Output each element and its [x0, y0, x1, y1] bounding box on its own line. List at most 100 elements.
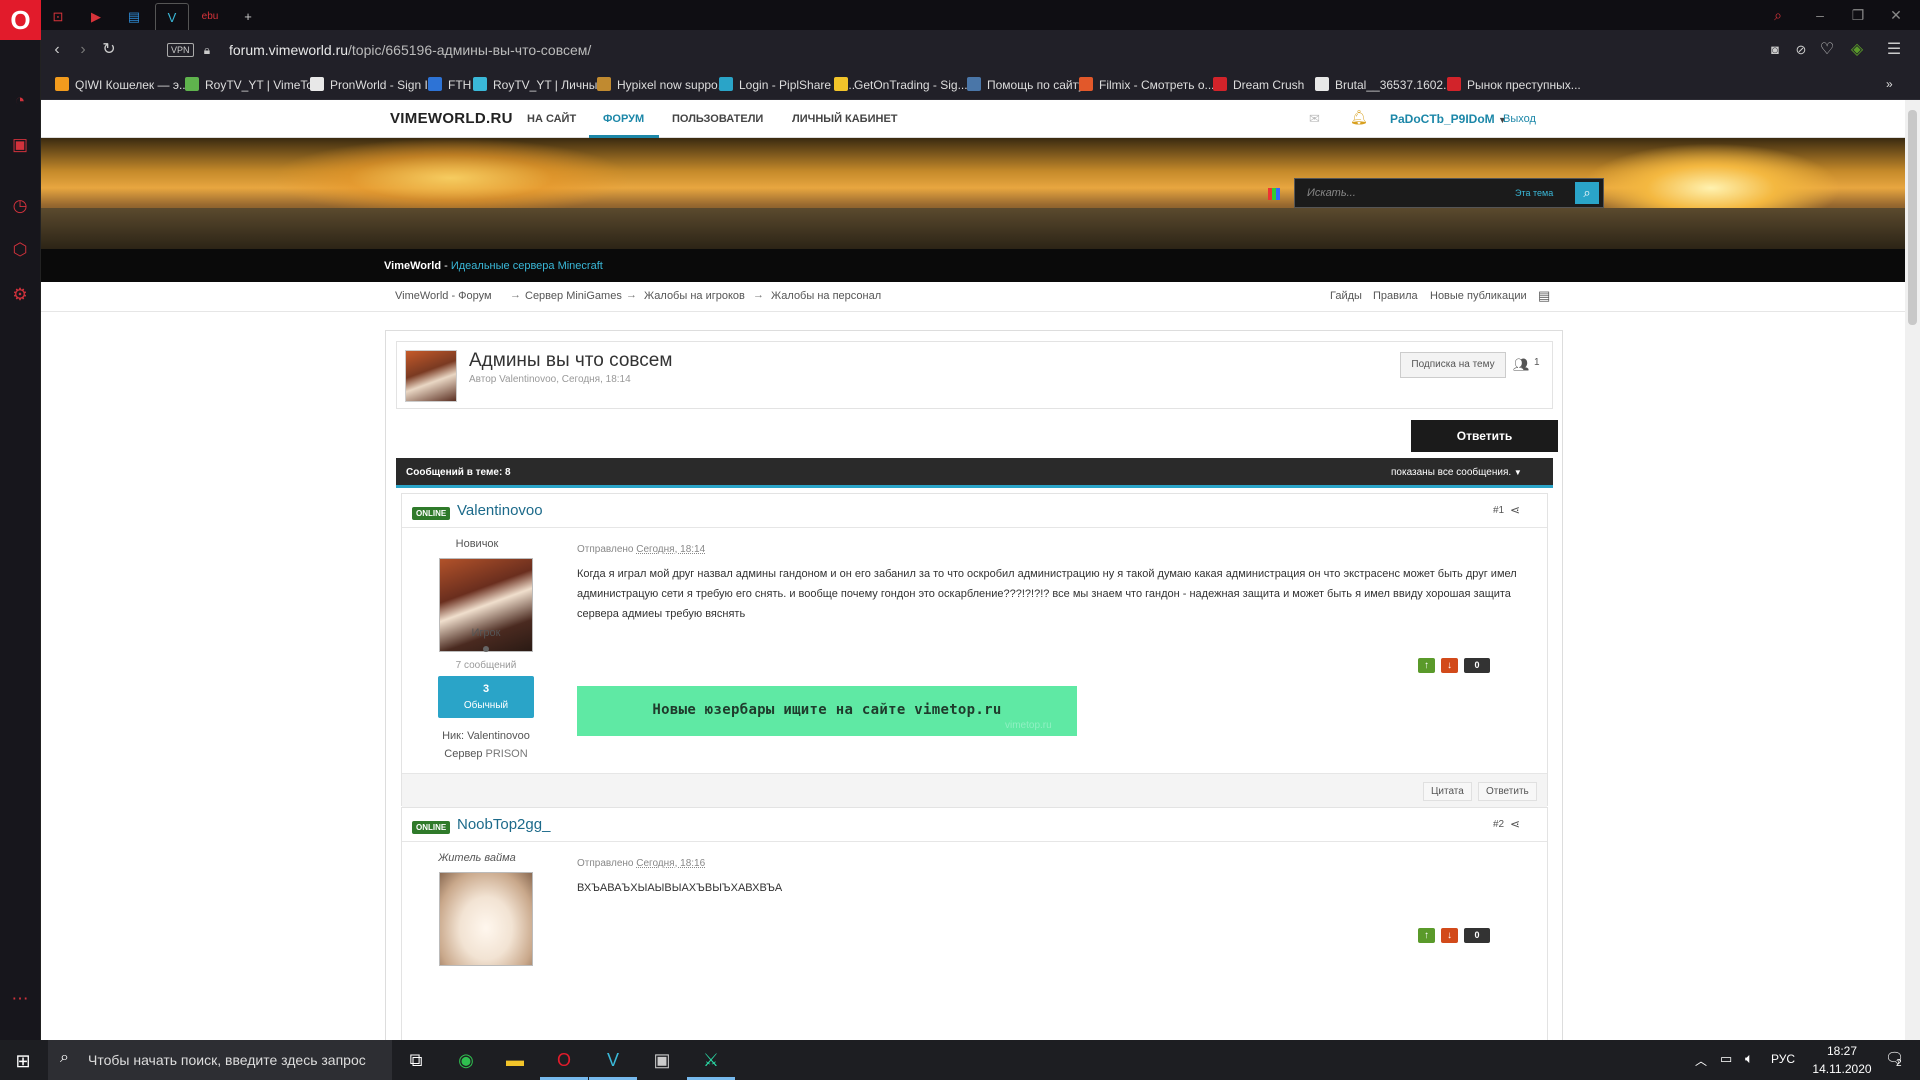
site-logo[interactable]: VIMEWORLD.RU	[390, 110, 513, 127]
quick-link-guides[interactable]: Гайды	[1330, 290, 1362, 302]
activity-stream-icon[interactable]: ▤	[1538, 288, 1550, 304]
vote-down-icon[interactable]: ↓	[1441, 928, 1458, 943]
bookmarks-overflow-icon[interactable]: »	[1886, 77, 1893, 91]
post-reply-button[interactable]: Ответить	[1478, 782, 1537, 801]
nav-users[interactable]: ПОЛЬЗОВАТЕЛИ	[672, 113, 763, 125]
breadcrumb-item[interactable]: Жалобы на игроков	[644, 290, 745, 302]
logout-link[interactable]: Выход	[1503, 113, 1536, 125]
quick-link-new-posts[interactable]: Новые публикации	[1430, 290, 1527, 302]
bookmark-item[interactable]: Помощь по сайту	[967, 77, 1084, 92]
vpn-badge[interactable]: VPN	[167, 43, 194, 57]
notifications-bell-icon[interactable]: 🔔︎	[1350, 109, 1368, 126]
bookmark-item[interactable]: RoyTV_YT | VimeTo...	[185, 77, 323, 92]
page-scrollbar[interactable]	[1905, 100, 1920, 1040]
twitch-icon[interactable]: ▣	[9, 134, 31, 156]
bookmark-item[interactable]: Brutal__36537.1602...	[1315, 77, 1453, 92]
share-icon[interactable]: ⋖	[1510, 817, 1520, 831]
clock-time[interactable]: 18:27	[1807, 1044, 1877, 1058]
speed-dial-icon[interactable]: ◔	[9, 90, 31, 112]
opera-taskbar-icon[interactable]: O	[540, 1040, 588, 1080]
posts-filter-dropdown[interactable]: показаны все сообщения. ▼	[1391, 467, 1522, 478]
search-box[interactable]: Искать... Эта тема ⌕	[1294, 178, 1604, 208]
userbar-banner[interactable]: Новые юзербары ищите на сайте vimetop.ru…	[577, 686, 1077, 736]
nav-site[interactable]: НА САЙТ	[527, 113, 576, 125]
back-icon[interactable]: ‹	[47, 40, 67, 60]
bookmark-item[interactable]: Рынок преступных...	[1447, 77, 1581, 92]
user-menu[interactable]: PaDoCTb_P9IDoM ▼	[1390, 112, 1507, 126]
windows-start-icon[interactable]: ⊞	[12, 1050, 34, 1072]
quick-link-rules[interactable]: Правила	[1373, 290, 1418, 302]
language-indicator[interactable]: РУС	[1771, 1052, 1795, 1066]
breadcrumb-item[interactable]: Сервер MiniGames	[525, 290, 622, 302]
bookmark-heart-icon[interactable]: ♡	[1817, 40, 1837, 60]
tab-youtube-gaming-icon[interactable]: ⊡	[41, 3, 75, 30]
nav-cabinet[interactable]: ЛИЧНЫЙ КАБИНЕТ	[792, 113, 898, 125]
bookmark-item[interactable]: Hypixel now suppo...	[597, 77, 728, 92]
adblock-icon[interactable]: ⊘	[1791, 40, 1811, 60]
file-explorer-icon[interactable]: ▬	[491, 1040, 539, 1080]
nav-forum[interactable]: ФОРУМ	[603, 113, 644, 125]
minimize-icon[interactable]: –	[1802, 3, 1838, 27]
tab-messenger-icon[interactable]: ▤	[117, 3, 151, 30]
followers-count[interactable]: 1	[1534, 357, 1540, 368]
whatsapp-icon[interactable]: ◉	[442, 1040, 490, 1080]
taskbar-search[interactable]: ⌕ Чтобы начать поиск, введите здесь запр…	[48, 1040, 392, 1080]
followers-icon[interactable]: 👥︎	[1513, 357, 1530, 373]
messages-envelope-icon[interactable]: ✉	[1309, 111, 1320, 127]
bookmark-item[interactable]: FTH	[428, 77, 471, 92]
settings-gear-icon[interactable]: ⚙	[9, 284, 31, 306]
post-author-link[interactable]: Valentinovoo	[457, 502, 543, 519]
tab-vimeworld-icon[interactable]: V	[155, 3, 189, 30]
bookmark-item[interactable]: GetOnTrading - Sig...	[834, 77, 968, 92]
subscribe-button[interactable]: Подписка на тему	[1400, 352, 1506, 378]
extension-icon[interactable]: ◈	[1847, 40, 1867, 60]
post-author-link[interactable]: NoobTop2gg_	[457, 816, 550, 833]
opera-logo-icon[interactable]: O	[0, 0, 41, 40]
topic-author-avatar[interactable]	[405, 350, 457, 402]
search-icon[interactable]: ⌕	[1575, 182, 1599, 204]
restore-icon[interactable]: ❐	[1840, 3, 1876, 27]
breadcrumb-item[interactable]: VimeWorld - Форум	[395, 290, 492, 302]
bookmark-item[interactable]: QIWI Кошелек — э...	[55, 77, 189, 92]
new-tab-icon[interactable]: +	[231, 3, 265, 30]
tab-youtube-icon[interactable]: ▶	[79, 3, 113, 30]
vote-down-icon[interactable]: ↓	[1441, 658, 1458, 673]
vimeworld-launcher-icon[interactable]: V	[589, 1040, 637, 1080]
post-number-link[interactable]: #1	[1493, 505, 1504, 516]
easy-setup-icon[interactable]: ☰	[1884, 40, 1904, 60]
share-icon[interactable]: ⋖	[1510, 503, 1520, 517]
taskbar-search-input[interactable]: Чтобы начать поиск, введите здесь запрос	[88, 1052, 366, 1068]
close-window-icon[interactable]: ✕	[1878, 3, 1914, 27]
quote-button[interactable]: Цитата	[1423, 782, 1472, 801]
volume-icon[interactable]: 🔈︎	[1745, 1050, 1753, 1067]
tagline-text[interactable]: Идеальные сервера Minecraft	[451, 260, 603, 272]
reload-icon[interactable]: ↻	[99, 40, 119, 60]
more-options-icon[interactable]: ⋯	[9, 988, 31, 1010]
post-number-link[interactable]: #2	[1493, 819, 1504, 830]
history-icon[interactable]: ◷	[9, 195, 31, 217]
search-input[interactable]: Искать...	[1307, 187, 1356, 199]
url-field[interactable]: forum.vimeworld.ru/topic/665196-админы-в…	[229, 42, 591, 58]
tab-search-icon[interactable]: ⌕	[1760, 3, 1796, 27]
tab-opera-link-icon[interactable]: ebu	[193, 3, 227, 30]
bookmark-item[interactable]: Filmix - Смотреть о...	[1079, 77, 1215, 92]
tray-expand-icon[interactable]: ︿	[1695, 1052, 1707, 1069]
network-icon[interactable]: ▭	[1720, 1051, 1732, 1067]
search-scope[interactable]: Эта тема	[1515, 188, 1553, 198]
app-window-icon[interactable]: ▣	[638, 1040, 686, 1080]
vote-up-icon[interactable]: ↑	[1418, 928, 1435, 943]
task-view-icon[interactable]: ⧉	[392, 1040, 440, 1080]
bookmark-item[interactable]: Dream Crush	[1213, 77, 1304, 92]
scrollbar-thumb[interactable]	[1908, 110, 1917, 325]
lock-icon[interactable]: 🔒︎	[197, 40, 217, 60]
clock-date[interactable]: 14.11.2020	[1807, 1062, 1877, 1076]
minecraft-sword-icon[interactable]: ⚔	[687, 1040, 735, 1080]
vote-up-icon[interactable]: ↑	[1418, 658, 1435, 673]
snapshot-icon[interactable]: ◙	[1765, 40, 1785, 60]
bookmark-item[interactable]: PronWorld - Sign In	[310, 77, 435, 92]
search-options-icon[interactable]	[1268, 188, 1280, 200]
avatar[interactable]	[439, 872, 533, 966]
extensions-icon[interactable]: ⬡	[9, 239, 31, 261]
forward-icon[interactable]: ›	[73, 40, 93, 60]
bookmark-item[interactable]: RoyTV_YT | Личны...	[473, 77, 607, 92]
